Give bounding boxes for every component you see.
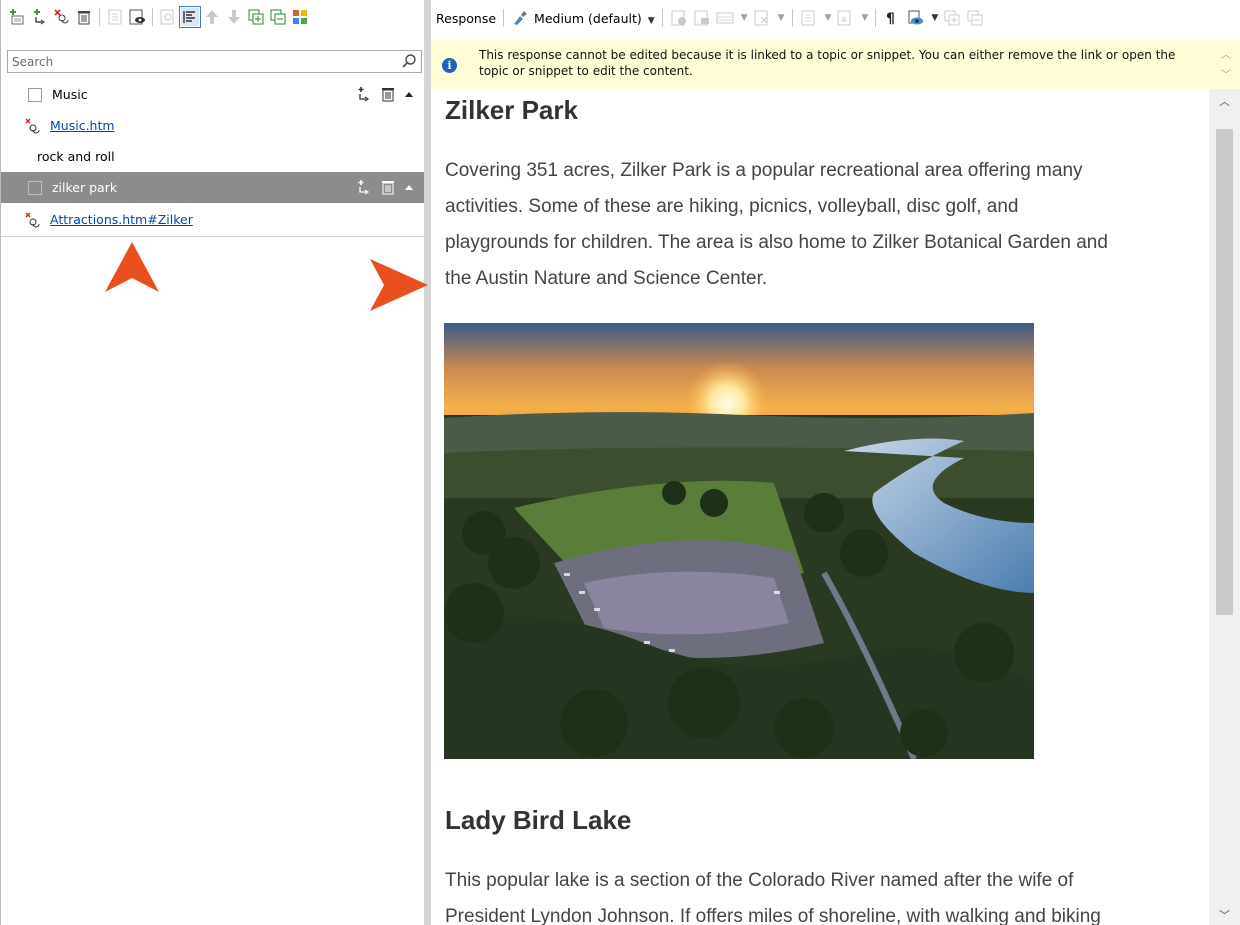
- toolbar-separator: [661, 9, 663, 27]
- row-checkbox[interactable]: [28, 87, 42, 102]
- import-icon[interactable]: [106, 8, 124, 26]
- svg-text:¶: ¶: [886, 11, 895, 27]
- chevron-down-icon[interactable]: ▼: [931, 13, 938, 23]
- expand-all-icon[interactable]: [943, 9, 961, 27]
- delete-icon[interactable]: [380, 86, 396, 105]
- remove-link-icon[interactable]: [25, 211, 43, 228]
- align-icon[interactable]: [179, 6, 201, 28]
- row-label: zilker park: [52, 180, 118, 195]
- link-music-htm[interactable]: Music.htm: [50, 118, 115, 133]
- move-up-icon[interactable]: [203, 8, 221, 26]
- chevron-down-icon[interactable]: ▼: [825, 13, 832, 23]
- collapse-all-icon[interactable]: [269, 8, 287, 26]
- editor-toolbar: Response Medium (default) ▼ ▼ ▼ ▼ a ▼ ¶ …: [431, 0, 1240, 36]
- paragraph-line: playgrounds for children. The area is al…: [445, 232, 1108, 253]
- notice-text: This response cannot be edited because i…: [479, 48, 1176, 78]
- responses-pane: Music Music.htm rock and roll zilker par…: [0, 0, 428, 925]
- delete-icon[interactable]: [75, 8, 93, 26]
- size-select-value: Medium (default): [534, 10, 642, 26]
- chevron-down-icon[interactable]: ▼: [778, 13, 785, 23]
- response-label: Response: [436, 10, 497, 26]
- chevron-down-icon: ▼: [647, 15, 655, 26]
- svg-text:a: a: [841, 15, 847, 25]
- content-scrollbar[interactable]: ︿ ﹀: [1209, 89, 1240, 925]
- paragraph-line: the Austin Nature and Science Center.: [445, 268, 768, 289]
- style-brush-icon[interactable]: [511, 9, 529, 27]
- paragraph-line: activities. Some of these are hiking, pi…: [445, 196, 1019, 217]
- add-link-icon[interactable]: [31, 8, 49, 26]
- insert-break-icon[interactable]: [753, 9, 771, 27]
- callout-arrow-up-icon: [105, 242, 159, 292]
- chevron-up-icon[interactable]: ︿: [1221, 46, 1231, 61]
- responses-toolbar: [1, 0, 428, 34]
- toolbar-separator: [503, 9, 505, 27]
- collapse-arrow-icon[interactable]: [404, 179, 414, 198]
- callout-arrow-right-icon: [370, 259, 428, 311]
- insert-image-icon[interactable]: [670, 9, 688, 27]
- info-icon: i: [442, 58, 457, 73]
- collapse-arrow-icon[interactable]: [404, 86, 414, 105]
- move-down-icon[interactable]: [225, 8, 243, 26]
- find-icon[interactable]: [159, 8, 177, 26]
- row-actions: [356, 179, 414, 198]
- chevron-down-icon[interactable]: ▼: [741, 13, 748, 23]
- row-label: rock and roll: [37, 149, 115, 164]
- response-content: Zilker Park Covering 351 acres, Zilker P…: [431, 89, 1209, 925]
- heading-lady-bird-lake: Lady Bird Lake: [445, 805, 632, 835]
- paragraph-line: President Lyndon Johnson. If offers mile…: [445, 906, 1101, 925]
- paragraph-line: This popular lake is a section of the Co…: [445, 870, 1074, 891]
- row-checkbox[interactable]: [28, 180, 42, 195]
- scroll-up-icon[interactable]: ︿: [1219, 93, 1230, 109]
- tree-row-music[interactable]: Music: [1, 79, 428, 110]
- preview-icon[interactable]: [128, 8, 146, 26]
- insert-table-icon[interactable]: [716, 9, 734, 27]
- insert-variable-icon[interactable]: a: [836, 9, 854, 27]
- row-label: Music: [52, 87, 88, 102]
- scroll-down-icon[interactable]: ﹀: [1219, 907, 1230, 923]
- remove-link-icon[interactable]: [53, 8, 71, 26]
- linked-response-notice: i This response cannot be edited because…: [431, 40, 1209, 89]
- toolbar-separator: [152, 8, 153, 26]
- remove-link-icon[interactable]: [25, 117, 43, 134]
- scroll-thumb[interactable]: [1216, 129, 1233, 615]
- chevron-down-icon[interactable]: ﹀: [1221, 66, 1231, 81]
- show-formatting-icon[interactable]: ¶: [883, 9, 901, 27]
- pane-splitter[interactable]: [424, 0, 431, 925]
- preview-eye-icon[interactable]: [906, 9, 924, 27]
- heading-zilker-park: Zilker Park: [445, 95, 578, 125]
- grid-icon[interactable]: [291, 8, 309, 26]
- zilker-park-photo: [444, 323, 1034, 759]
- toolbar-separator: [791, 9, 793, 27]
- insert-text-box-icon[interactable]: [800, 9, 818, 27]
- search-icon[interactable]: [401, 53, 417, 69]
- paragraph-lady-bird: This popular lake is a section of the Co…: [445, 863, 1195, 925]
- notice-scrollbar[interactable]: ︿ ﹀: [1209, 40, 1240, 89]
- link-attractions-htm[interactable]: Attractions.htm#Zilker: [50, 212, 193, 227]
- add-response-icon[interactable]: [9, 8, 27, 26]
- add-link-icon[interactable]: [356, 86, 372, 105]
- expand-all-icon[interactable]: [247, 8, 265, 26]
- paragraph-zilker: Covering 351 acres, Zilker Park is a pop…: [445, 153, 1195, 297]
- chevron-down-icon[interactable]: ▼: [861, 13, 868, 23]
- toolbar-separator: [875, 9, 877, 27]
- add-link-icon[interactable]: [356, 179, 372, 198]
- paragraph-line: Covering 351 acres, Zilker Park is a pop…: [445, 160, 1083, 181]
- row-actions: [356, 86, 414, 105]
- insert-media-icon[interactable]: [693, 9, 711, 27]
- delete-icon[interactable]: [380, 179, 396, 198]
- tree-row-text[interactable]: rock and roll: [1, 141, 428, 172]
- size-select[interactable]: Medium (default) ▼: [534, 11, 655, 26]
- tree-row-link-music[interactable]: Music.htm: [1, 110, 428, 141]
- search-box: [7, 50, 422, 73]
- search-input[interactable]: [8, 51, 396, 72]
- tree-divider: [1, 236, 428, 237]
- collapse-all-icon[interactable]: [966, 9, 984, 27]
- tree-row-zilker-park[interactable]: zilker park: [1, 172, 428, 203]
- toolbar-separator: [99, 8, 100, 26]
- tree-row-link-attractions[interactable]: Attractions.htm#Zilker: [1, 204, 428, 235]
